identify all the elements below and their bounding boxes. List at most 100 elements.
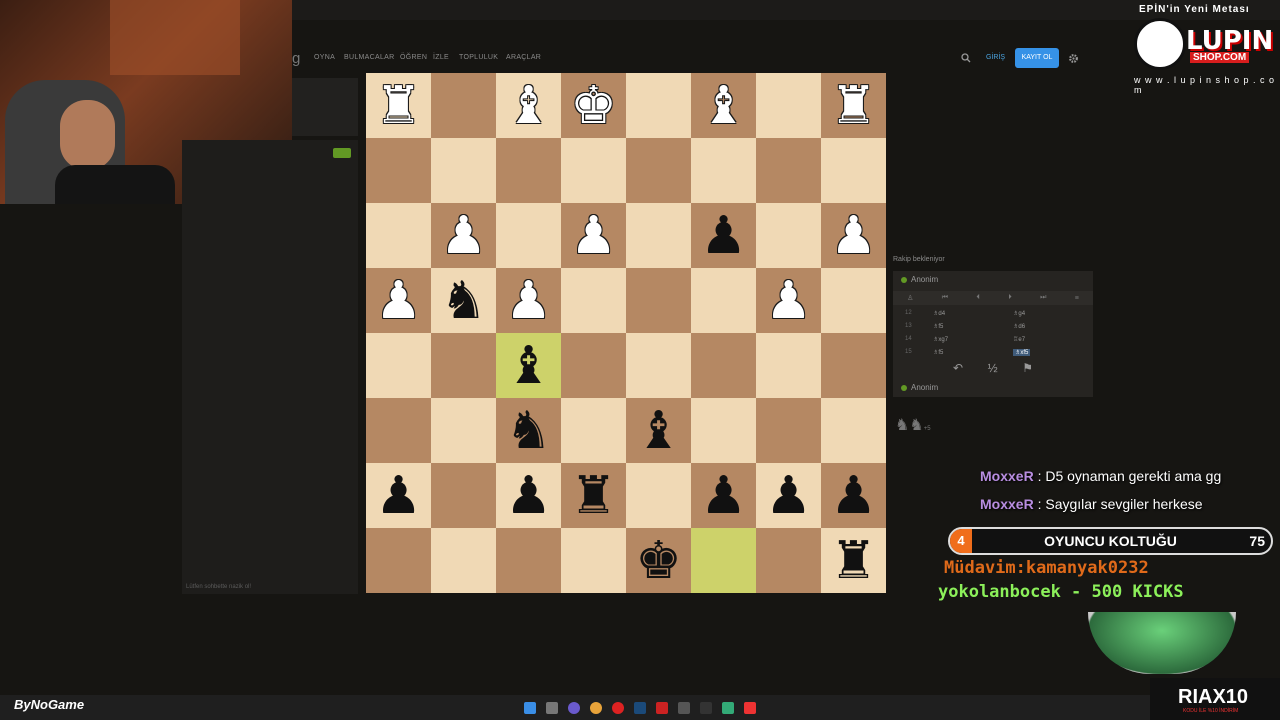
chrome-icon[interactable] — [590, 702, 602, 714]
board-square[interactable] — [496, 203, 561, 268]
white-move[interactable]: ♗f5 — [933, 323, 943, 330]
black-pawn-icon[interactable]: ♟ — [700, 470, 747, 522]
board-square[interactable]: ♟ — [756, 268, 821, 333]
board-square[interactable] — [821, 333, 886, 398]
board-square[interactable]: ♟ — [366, 463, 431, 528]
move-row[interactable]: 15 ♗f5 ♗xf5 — [893, 346, 1093, 359]
board-square[interactable]: ♜ — [821, 528, 886, 593]
board-square[interactable] — [626, 203, 691, 268]
login-link[interactable]: GİRİŞ — [986, 54, 1005, 61]
white-bishop-icon[interactable]: ♝ — [700, 80, 747, 132]
board-square[interactable] — [431, 528, 496, 593]
board-square[interactable]: ♜ — [821, 73, 886, 138]
windows-start-icon[interactable] — [524, 702, 536, 714]
chess-board[interactable]: ♜ ♝ ♚ ♝ ♜ ♟ ♟ ♟ ♟ ♟ ♞ ♟ ♟ ♝ ♞ ♝ ♟ ♟ ♜ ♟ ♟ ♟ ♚ ♜ — [366, 73, 886, 593]
black-knight-icon[interactable]: ♞ — [505, 405, 552, 457]
board-square[interactable] — [561, 398, 626, 463]
black-pawn-icon[interactable]: ♟ — [830, 470, 877, 522]
white-pawn-icon[interactable]: ♟ — [375, 275, 422, 327]
nav-learn[interactable]: ÖĞREN — [400, 54, 427, 61]
next-move-icon[interactable]: ⏵ — [1008, 294, 1012, 302]
board-square[interactable]: ♚ — [626, 528, 691, 593]
white-pawn-icon[interactable]: ♟ — [570, 210, 617, 262]
board-square[interactable] — [756, 333, 821, 398]
white-move[interactable]: ♗xg7 — [933, 336, 948, 343]
black-bishop-icon[interactable]: ♝ — [505, 340, 552, 392]
board-square[interactable] — [431, 73, 496, 138]
black-pawn-icon[interactable]: ♟ — [700, 210, 747, 262]
board-square[interactable] — [561, 268, 626, 333]
menu-icon[interactable]: ≡ — [1075, 295, 1079, 302]
gear-icon[interactable] — [1068, 53, 1079, 64]
black-king-icon[interactable]: ♚ — [635, 535, 682, 587]
board-square[interactable] — [756, 398, 821, 463]
board-square[interactable] — [626, 463, 691, 528]
board-square[interactable] — [366, 398, 431, 463]
board-square[interactable] — [431, 333, 496, 398]
opera-icon[interactable] — [612, 702, 624, 714]
draw-icon[interactable]: ½ — [988, 361, 998, 375]
white-rook-icon[interactable]: ♜ — [375, 80, 422, 132]
board-square[interactable] — [756, 203, 821, 268]
steam-icon[interactable] — [634, 702, 646, 714]
black-pawn-icon[interactable]: ♟ — [765, 470, 812, 522]
black-rook-icon[interactable]: ♜ — [830, 535, 877, 587]
board-square[interactable]: ♝ — [626, 398, 691, 463]
taskview-icon[interactable] — [546, 702, 558, 714]
board-square[interactable]: ♟ — [821, 463, 886, 528]
resign-flag-icon[interactable]: ⚑ — [1022, 361, 1033, 375]
board-square[interactable] — [626, 333, 691, 398]
board-square[interactable] — [756, 528, 821, 593]
chat-input[interactable]: Lütfen sohbette nazik ol! — [186, 584, 251, 590]
board-square[interactable] — [496, 138, 561, 203]
app-icon[interactable] — [722, 702, 734, 714]
board-square[interactable] — [821, 268, 886, 333]
white-move[interactable]: ♗f5 — [933, 349, 943, 356]
board-square[interactable] — [431, 398, 496, 463]
nav-play[interactable]: OYNA — [314, 54, 335, 61]
board-square[interactable]: ♝ — [691, 73, 756, 138]
board-square[interactable]: ♟ — [691, 463, 756, 528]
chat-toggle[interactable] — [333, 148, 351, 158]
white-bishop-icon[interactable]: ♝ — [505, 80, 552, 132]
nav-puzzles[interactable]: BULMACALAR — [344, 54, 394, 61]
nav-tools[interactable]: ARAÇLAR — [506, 54, 541, 61]
board-square[interactable]: ♟ — [366, 268, 431, 333]
black-pawn-icon[interactable]: ♟ — [375, 470, 422, 522]
board-square[interactable] — [691, 333, 756, 398]
black-move[interactable]: ♗g4 — [1013, 310, 1025, 317]
board-square[interactable]: ♞ — [496, 398, 561, 463]
board-square[interactable]: ♜ — [561, 463, 626, 528]
board-square[interactable]: ♟ — [756, 463, 821, 528]
first-move-icon[interactable]: ⏮ — [942, 294, 948, 302]
board-square[interactable] — [366, 203, 431, 268]
board-square[interactable] — [366, 333, 431, 398]
app-icon[interactable] — [700, 702, 712, 714]
white-pawn-icon[interactable]: ♟ — [440, 210, 487, 262]
board-square[interactable]: ♟ — [691, 203, 756, 268]
board-square[interactable] — [821, 398, 886, 463]
board-square[interactable] — [691, 268, 756, 333]
move-row[interactable]: 14 ♗xg7 ♖e7 — [893, 333, 1093, 346]
app-icon[interactable] — [744, 702, 756, 714]
app-icon[interactable] — [568, 702, 580, 714]
search-icon[interactable] — [961, 53, 971, 63]
board-square[interactable] — [626, 73, 691, 138]
board-square[interactable] — [626, 138, 691, 203]
black-move[interactable]: ♖e7 — [1013, 336, 1025, 343]
move-row[interactable]: 12 ♗d4 ♗g4 — [893, 307, 1093, 320]
board-square[interactable] — [626, 268, 691, 333]
board-square[interactable]: ♟ — [431, 203, 496, 268]
board-square[interactable] — [691, 398, 756, 463]
white-move[interactable]: ♗d4 — [933, 310, 945, 317]
nav-community[interactable]: TOPLULUK — [459, 54, 498, 61]
board-square[interactable] — [366, 138, 431, 203]
takeback-icon[interactable]: ↶ — [953, 361, 963, 375]
signup-button[interactable]: KAYIT OL — [1015, 48, 1059, 68]
white-pawn-icon[interactable]: ♟ — [505, 275, 552, 327]
board-square[interactable] — [561, 138, 626, 203]
board-square[interactable]: ♟ — [821, 203, 886, 268]
board-square[interactable]: ♝ — [496, 333, 561, 398]
board-square[interactable] — [431, 463, 496, 528]
black-bishop-icon[interactable]: ♝ — [635, 405, 682, 457]
